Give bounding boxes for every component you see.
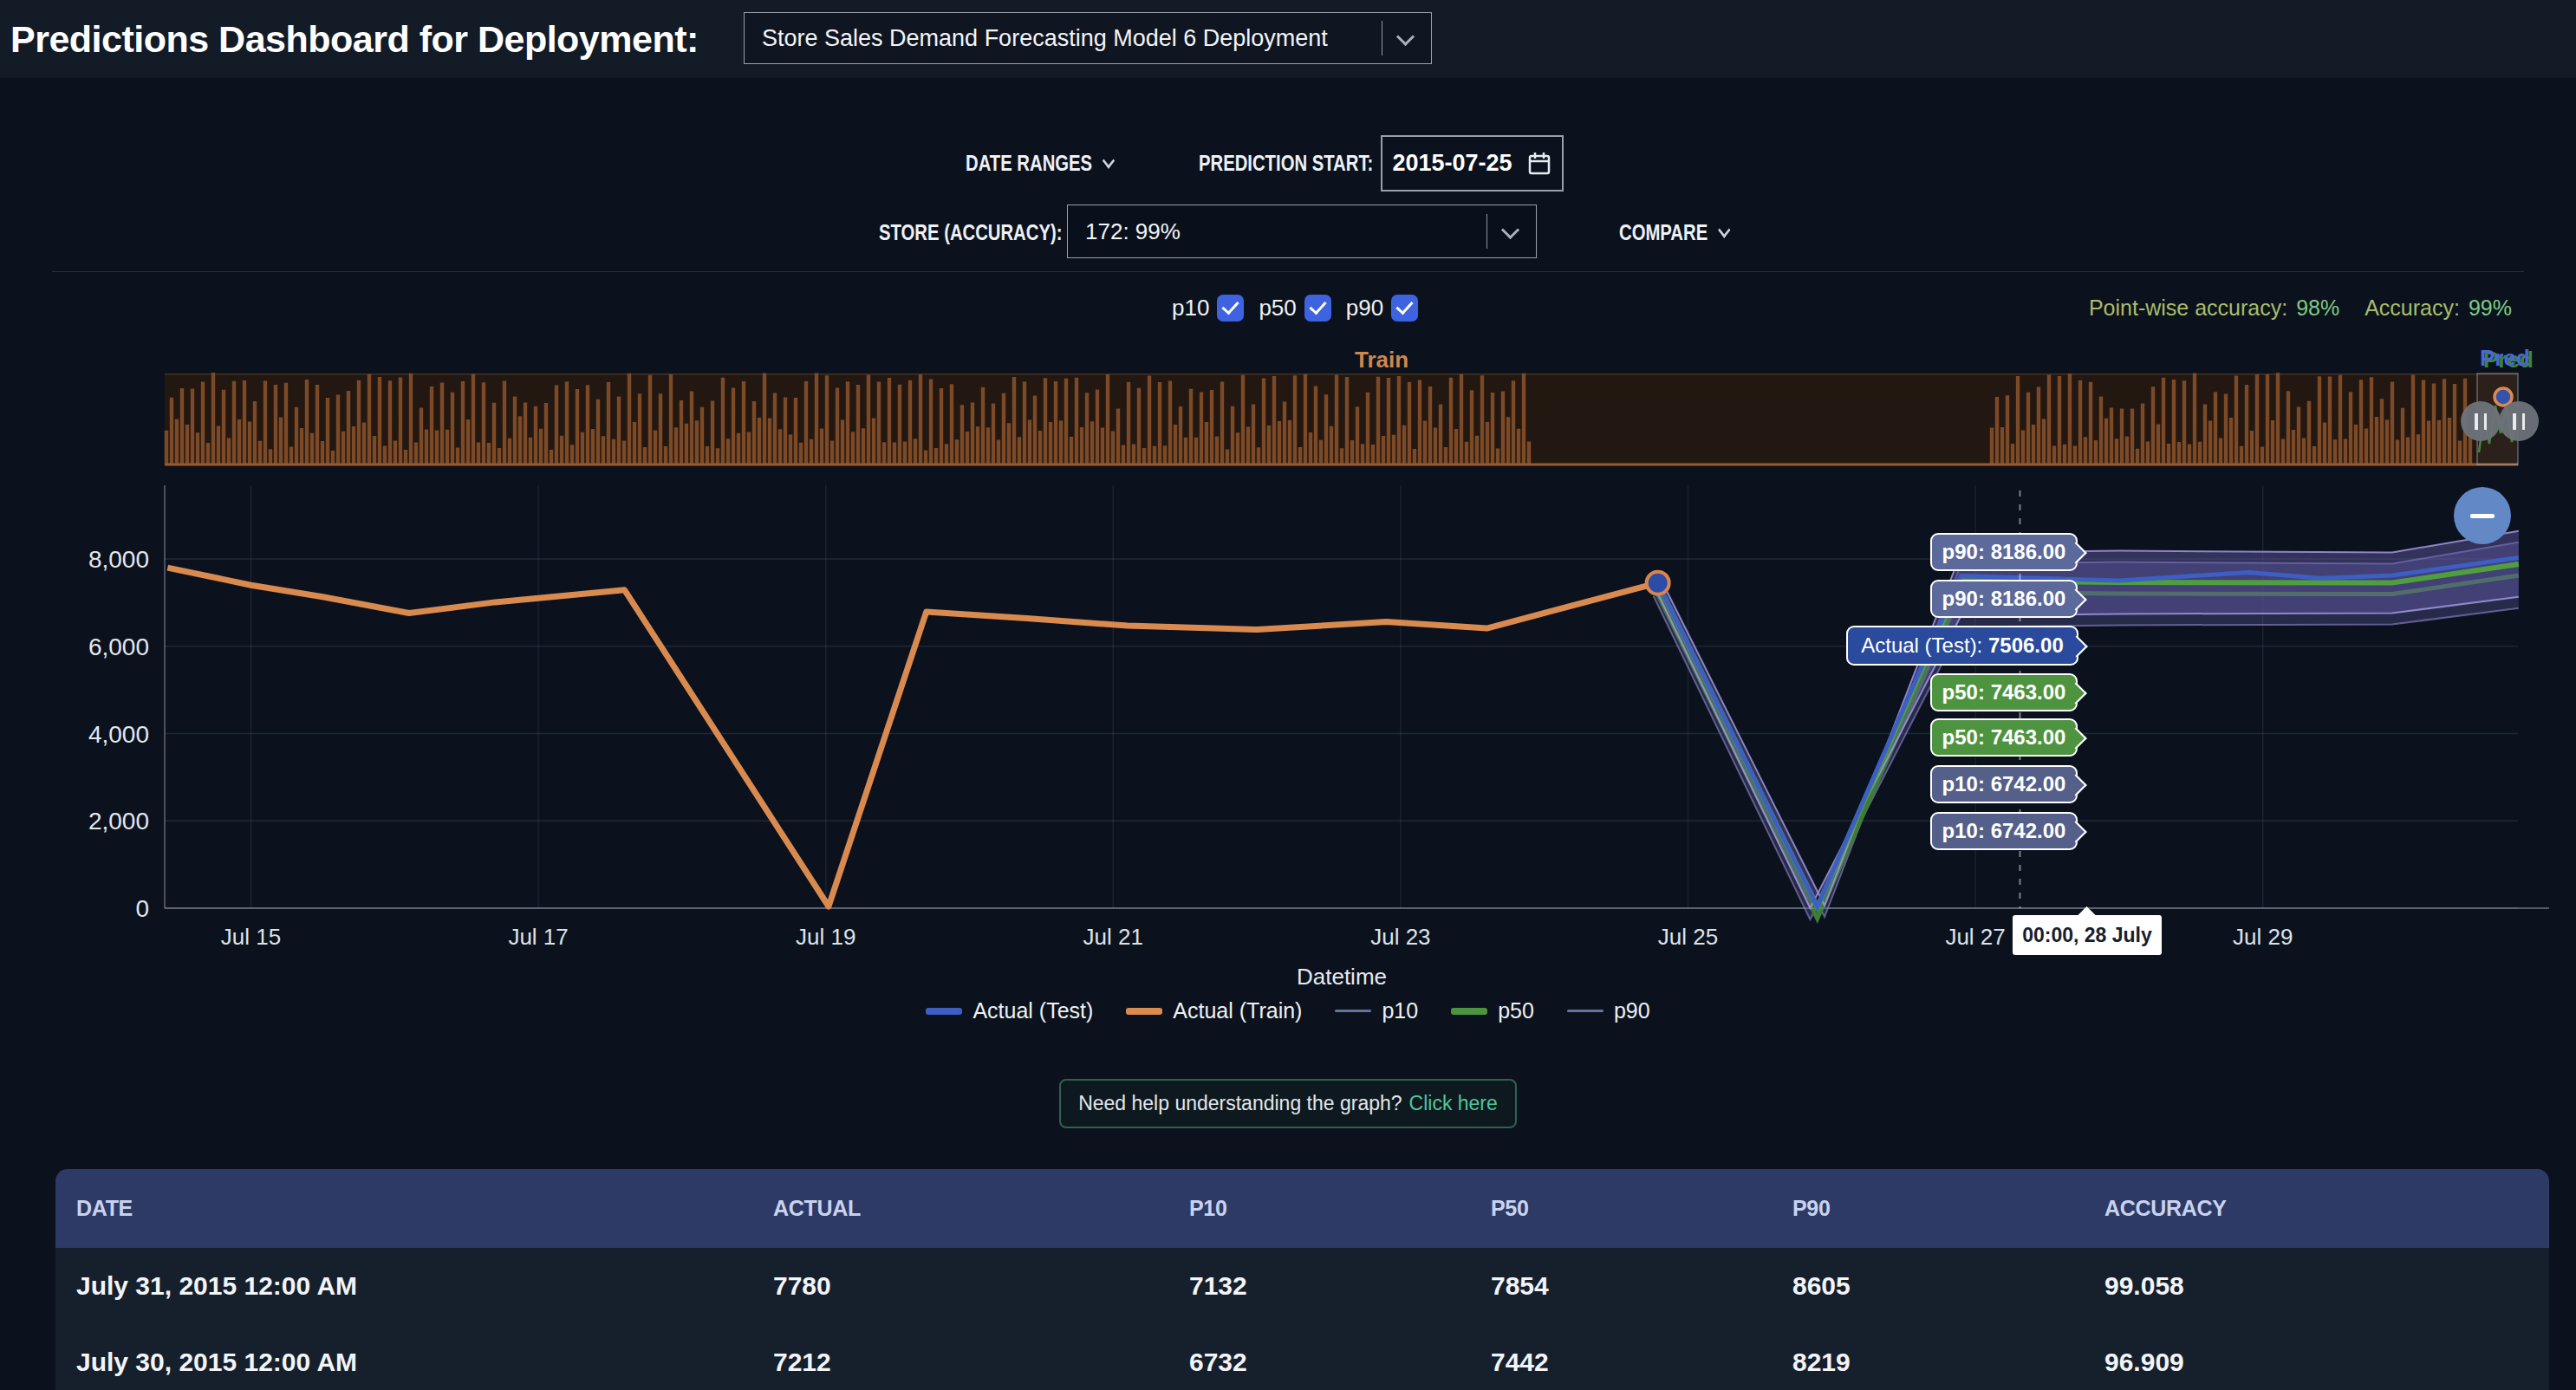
legend-swatch [1335, 1010, 1371, 1012]
train-region-label: Train [1355, 347, 1408, 373]
x-tick-label: Jul 23 [1370, 924, 1430, 950]
actual-train-line [167, 568, 1657, 906]
y-tick-label: 4,000 [88, 721, 149, 748]
axis-hover-tooltip: 00:00, 28 July [2013, 915, 2162, 955]
y-tick-label: 8,000 [88, 546, 149, 573]
store-select-value: 172: 99% [1068, 218, 1181, 245]
page-title: Predictions Dashboard for Deployment: [10, 0, 699, 78]
table-header-cell: DATE [55, 1196, 773, 1221]
checkbox-p90[interactable] [1391, 295, 1418, 322]
legend-label: Actual (Test) [973, 998, 1093, 1023]
deployment-select[interactable]: Store Sales Demand Forecasting Model 6 D… [744, 12, 1432, 64]
top-bar: Predictions Dashboard for Deployment: St… [0, 0, 2576, 78]
table-cell: 96.909 [2104, 1348, 2549, 1377]
legend-item-p10[interactable]: p10 [1335, 998, 1418, 1023]
x-tick-label: Jul 25 [1658, 924, 1718, 950]
x-tick-label: Jul 27 [1945, 924, 2005, 950]
y-tick-label: 0 [135, 895, 149, 922]
pred-region-label: Pred [2480, 345, 2530, 372]
y-tick-label: 2,000 [88, 808, 149, 835]
prediction-start-date-input[interactable]: 2015-07-25 [1381, 135, 1564, 192]
date-ranges-dropdown[interactable]: DATE RANGES [966, 150, 1155, 177]
table-header-cell: P10 [1189, 1196, 1491, 1221]
table-cell: 7442 [1491, 1348, 1792, 1377]
zoom-out-button[interactable] [2454, 487, 2511, 544]
chart-legend: Actual (Test) Actual (Train) p10 p50 p90 [0, 998, 2576, 1023]
checkbox-p10[interactable] [1217, 295, 1244, 322]
legend-swatch [1126, 1008, 1162, 1015]
help-banner: Need help understanding the graph?Click … [1059, 1079, 1517, 1128]
table-body: July 31, 2015 12:00 AM778071327854860599… [55, 1248, 2549, 1390]
toggle-label: p90 [1346, 295, 1383, 322]
table-cell: July 31, 2015 12:00 AM [55, 1271, 773, 1301]
legend-swatch [926, 1008, 962, 1015]
accuracy-label: Accuracy: [2365, 296, 2460, 320]
chevron-down-icon [1396, 28, 1415, 46]
x-tick-label: Jul 21 [1083, 924, 1143, 950]
table-cell: 7132 [1189, 1271, 1491, 1301]
x-tick-label: Jul 17 [508, 924, 568, 950]
table-header: DATEACTUALP10P50P90ACCURACY [55, 1169, 2549, 1248]
pointwise-accuracy-label: Point-wise accuracy: [2089, 296, 2287, 320]
table-cell: July 30, 2015 12:00 AM [55, 1348, 773, 1377]
y-tick-label: 6,000 [88, 633, 149, 660]
table-header-cell: P50 [1491, 1196, 1792, 1221]
table-header-cell: P90 [1792, 1196, 2104, 1221]
store-select[interactable]: 172: 99% [1067, 205, 1537, 258]
divider [52, 271, 2524, 272]
legend-item-actual-test-[interactable]: Actual (Test) [926, 998, 1093, 1023]
table-cell: 8605 [1792, 1271, 2104, 1301]
pointwise-accuracy-value: 98% [2296, 296, 2339, 320]
quantile-toggles: p10 p50 p90 [1172, 295, 1433, 322]
help-link[interactable]: Click here [1409, 1092, 1498, 1115]
legend-swatch [1451, 1008, 1487, 1015]
accuracy-readout: Point-wise accuracy: 98% Accuracy: 99% [2089, 296, 2512, 321]
x-tick-label: Jul 15 [221, 924, 281, 950]
range-slider-handle-right[interactable] [2499, 401, 2539, 441]
deployment-select-value: Store Sales Demand Forecasting Model 6 D… [745, 25, 1328, 52]
table-row: July 30, 2015 12:00 AM721267327442821996… [55, 1324, 2549, 1390]
legend-item-p90[interactable]: p90 [1567, 998, 1650, 1023]
legend-label: p50 [1498, 998, 1534, 1023]
toggle-label: p10 [1172, 295, 1209, 322]
toggle-label: p50 [1259, 295, 1296, 322]
range-slider-handle-left[interactable] [2461, 401, 2501, 441]
legend-label: p10 [1382, 998, 1418, 1023]
table-header-cell: ACTUAL [773, 1196, 1189, 1221]
table-cell: 6732 [1189, 1348, 1491, 1377]
legend-swatch [1567, 1010, 1603, 1012]
accuracy-value: 99% [2469, 296, 2512, 320]
table-cell: 8219 [1792, 1348, 2104, 1377]
predictions-table: DATEACTUALP10P50P90ACCURACY July 31, 201… [55, 1169, 2549, 1390]
chevron-down-icon [1718, 222, 1730, 237]
x-axis-title: Datetime [1297, 964, 1387, 991]
table-cell: 7780 [773, 1271, 1189, 1301]
chevron-down-icon [1501, 221, 1519, 239]
table-cell: 99.058 [2104, 1271, 2549, 1301]
table-header-cell: ACCURACY [2104, 1196, 2549, 1221]
predictions-dashboard: 0 2,000 4,000 6,000 8,000 Jul 15 Jul 17 Jul 19 J… [0, 0, 2576, 1390]
calendar-icon [1526, 151, 1552, 177]
x-tick-label: Jul 29 [2233, 924, 2293, 950]
chevron-down-icon [1103, 153, 1115, 168]
legend-label: p90 [1614, 998, 1650, 1023]
x-tick-label: Jul 19 [796, 924, 855, 950]
legend-item-p50[interactable]: p50 [1451, 998, 1534, 1023]
compare-dropdown[interactable]: COMPARE [1619, 219, 1760, 246]
legend-item-actual-train-[interactable]: Actual (Train) [1126, 998, 1302, 1023]
table-row: July 31, 2015 12:00 AM778071327854860599… [55, 1248, 2549, 1324]
legend-label: Actual (Train) [1173, 998, 1302, 1023]
checkbox-p50[interactable] [1304, 295, 1331, 322]
table-cell: 7212 [773, 1348, 1189, 1377]
train-test-junction-dot [1647, 572, 1669, 594]
table-cell: 7854 [1491, 1271, 1792, 1301]
